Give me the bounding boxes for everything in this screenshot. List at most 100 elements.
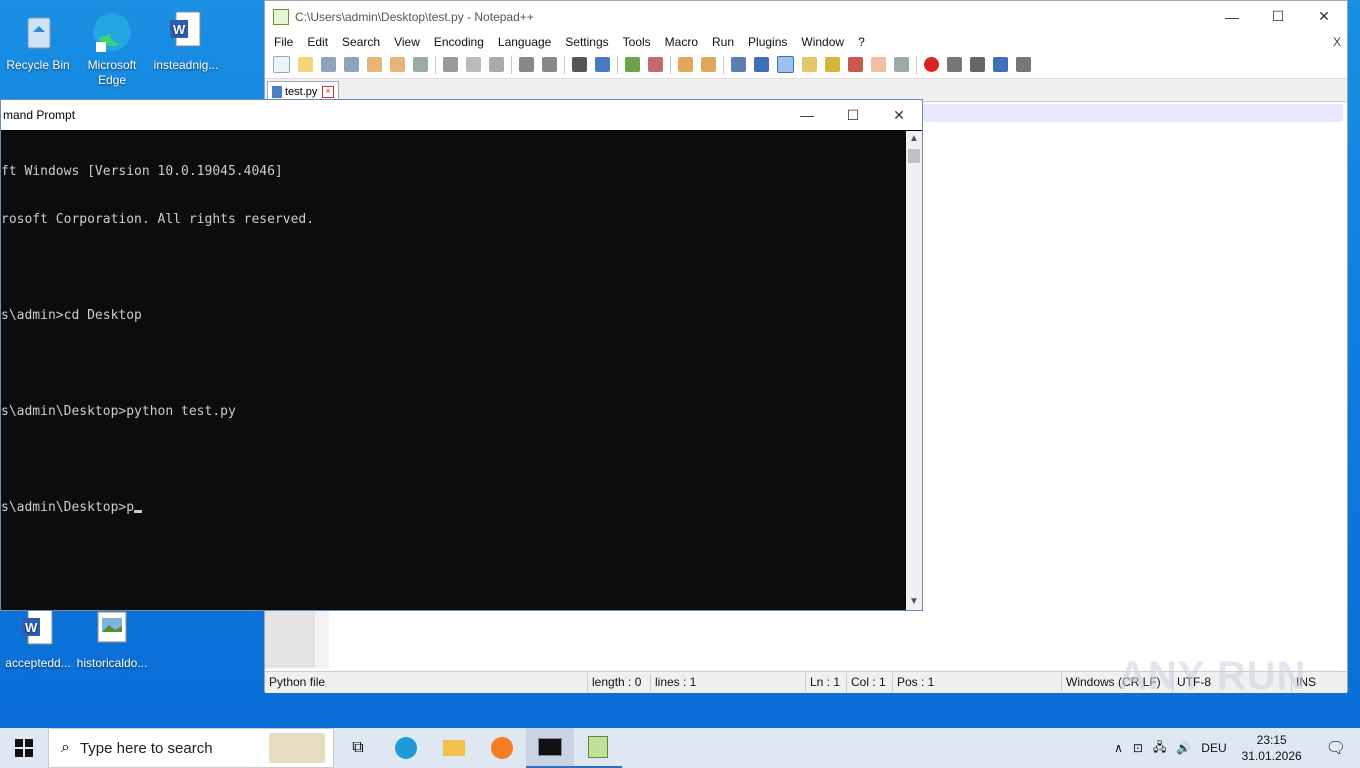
sync-horizontal-icon[interactable]: [701, 57, 716, 72]
show-all-chars-icon[interactable]: [754, 57, 769, 72]
desktop-icon-image-file[interactable]: historicaldo...: [74, 606, 150, 671]
start-button[interactable]: [0, 728, 48, 768]
taskbar-edge[interactable]: [382, 728, 430, 768]
volume-icon[interactable]: 🔊: [1171, 741, 1196, 755]
function-list-icon[interactable]: [848, 57, 863, 72]
minimize-button[interactable]: —: [1209, 1, 1255, 32]
desktop-icon-label: acceptedd...: [5, 656, 71, 670]
maximize-button[interactable]: ☐: [830, 100, 876, 131]
network-icon[interactable]: 🖧: [1148, 738, 1171, 759]
save-macro-icon[interactable]: [1016, 57, 1031, 72]
replace-icon[interactable]: [595, 57, 610, 72]
close-button[interactable]: ✕: [1301, 1, 1347, 32]
paste-icon[interactable]: [489, 57, 504, 72]
toolbar-separator: [617, 55, 618, 74]
open-file-icon[interactable]: [298, 57, 313, 72]
menu-encoding[interactable]: Encoding: [427, 35, 491, 49]
taskbar-file-explorer[interactable]: [430, 728, 478, 768]
sync-vertical-icon[interactable]: [678, 57, 693, 72]
folder-icon: [443, 740, 465, 756]
zoom-in-icon[interactable]: [625, 57, 640, 72]
word-document-icon: W: [162, 8, 210, 56]
desktop-icon-label: Microsoft Edge: [87, 58, 137, 87]
menu-help[interactable]: ?: [851, 35, 872, 49]
find-icon[interactable]: [572, 57, 587, 72]
copy-icon[interactable]: [466, 57, 481, 72]
taskbar-command-prompt[interactable]: [526, 728, 574, 768]
toolbar-separator: [435, 55, 436, 74]
device-icon[interactable]: ⊡: [1128, 741, 1148, 755]
menu-run[interactable]: Run: [705, 35, 741, 49]
notepadpp-icon: [588, 736, 608, 758]
save-all-icon[interactable]: [344, 57, 359, 72]
cmd-scrollbar[interactable]: ▲ ▼: [906, 131, 922, 610]
stop-macro-icon[interactable]: [947, 57, 962, 72]
new-file-icon[interactable]: [273, 56, 290, 73]
desktop-icon-edge[interactable]: Microsoft Edge: [74, 8, 150, 88]
svg-text:W: W: [173, 22, 186, 37]
maximize-button[interactable]: ☐: [1255, 1, 1301, 32]
menu-language[interactable]: Language: [491, 35, 558, 49]
menu-view[interactable]: View: [387, 35, 427, 49]
record-macro-icon[interactable]: [924, 57, 939, 72]
tab-label: test.py: [285, 86, 318, 98]
menu-edit[interactable]: Edit: [300, 35, 335, 49]
monitoring-eye-icon[interactable]: [894, 57, 909, 72]
taskbar-firefox[interactable]: [478, 728, 526, 768]
menu-tools[interactable]: Tools: [616, 35, 658, 49]
clock-date: 31.01.2026: [1241, 749, 1302, 763]
anyrun-watermark: ANY RUN: [1118, 654, 1307, 698]
word-wrap-icon[interactable]: [731, 57, 746, 72]
task-view-button[interactable]: ⧉: [334, 728, 382, 768]
desktop-icon-word-doc-2[interactable]: W acceptedd...: [0, 606, 76, 671]
notification-center-icon[interactable]: 🗨: [1312, 738, 1360, 758]
scrollbar-thumb[interactable]: [908, 149, 920, 163]
cut-icon[interactable]: [443, 57, 458, 72]
save-icon[interactable]: [321, 57, 336, 72]
close-file-icon[interactable]: [367, 57, 382, 72]
scroll-down-arrow-icon[interactable]: ▼: [906, 594, 922, 610]
menu-search[interactable]: Search: [335, 35, 387, 49]
indent-guide-icon[interactable]: [777, 56, 794, 73]
redo-icon[interactable]: [542, 57, 557, 72]
print-icon[interactable]: [413, 57, 428, 72]
minimize-button[interactable]: —: [784, 100, 830, 131]
input-language[interactable]: DEU: [1196, 741, 1231, 755]
taskbar-search-box[interactable]: ⌕ Type here to search: [48, 728, 334, 768]
play-macro-icon[interactable]: [970, 57, 985, 72]
folder-as-workspace-icon[interactable]: [871, 57, 886, 72]
run-macro-multiple-icon[interactable]: [993, 57, 1008, 72]
desktop-icon-word-doc[interactable]: W insteadnig...: [148, 8, 224, 73]
menu-plugins[interactable]: Plugins: [741, 35, 794, 49]
taskbar-notepadpp[interactable]: [574, 728, 622, 768]
clock[interactable]: 23:15 31.01.2026: [1232, 732, 1312, 764]
document-map-icon[interactable]: [825, 57, 840, 72]
status-column: Col : 1: [847, 673, 893, 692]
menu-macro[interactable]: Macro: [658, 35, 705, 49]
close-all-icon[interactable]: [390, 57, 405, 72]
show-hidden-icons-chevron-icon[interactable]: ∧: [1109, 741, 1128, 755]
zoom-out-icon[interactable]: [648, 57, 663, 72]
desktop-icon-recycle-bin[interactable]: Recycle Bin: [0, 8, 76, 73]
taskbar: ⌕ Type here to search ⧉ ∧ ⊡ 🖧 🔊 DEU 23:1…: [0, 728, 1360, 768]
search-placeholder: Type here to search: [79, 739, 213, 757]
scroll-up-arrow-icon[interactable]: ▲: [906, 131, 922, 147]
edge-icon: [395, 737, 417, 759]
close-button[interactable]: ✕: [876, 100, 922, 131]
cmd-titlebar[interactable]: mand Prompt — ☐ ✕: [1, 100, 922, 130]
console-output[interactable]: ft Windows [Version 10.0.19045.4046] ros…: [1, 131, 906, 610]
console-line: ft Windows [Version 10.0.19045.4046]: [1, 164, 283, 179]
menu-window[interactable]: Window: [794, 35, 851, 49]
close-document-button[interactable]: X: [1326, 35, 1347, 49]
toolbar-separator: [916, 55, 917, 74]
status-line: Ln : 1: [806, 673, 847, 692]
status-length: length : 0: [588, 673, 651, 692]
notepadpp-titlebar[interactable]: C:\Users\admin\Desktop\test.py - Notepad…: [265, 1, 1347, 32]
tab-close-icon[interactable]: ×: [322, 86, 334, 98]
folder-workspace-icon[interactable]: [802, 57, 817, 72]
menu-settings[interactable]: Settings: [558, 35, 615, 49]
undo-icon[interactable]: [519, 57, 534, 72]
menu-file[interactable]: File: [267, 35, 300, 49]
